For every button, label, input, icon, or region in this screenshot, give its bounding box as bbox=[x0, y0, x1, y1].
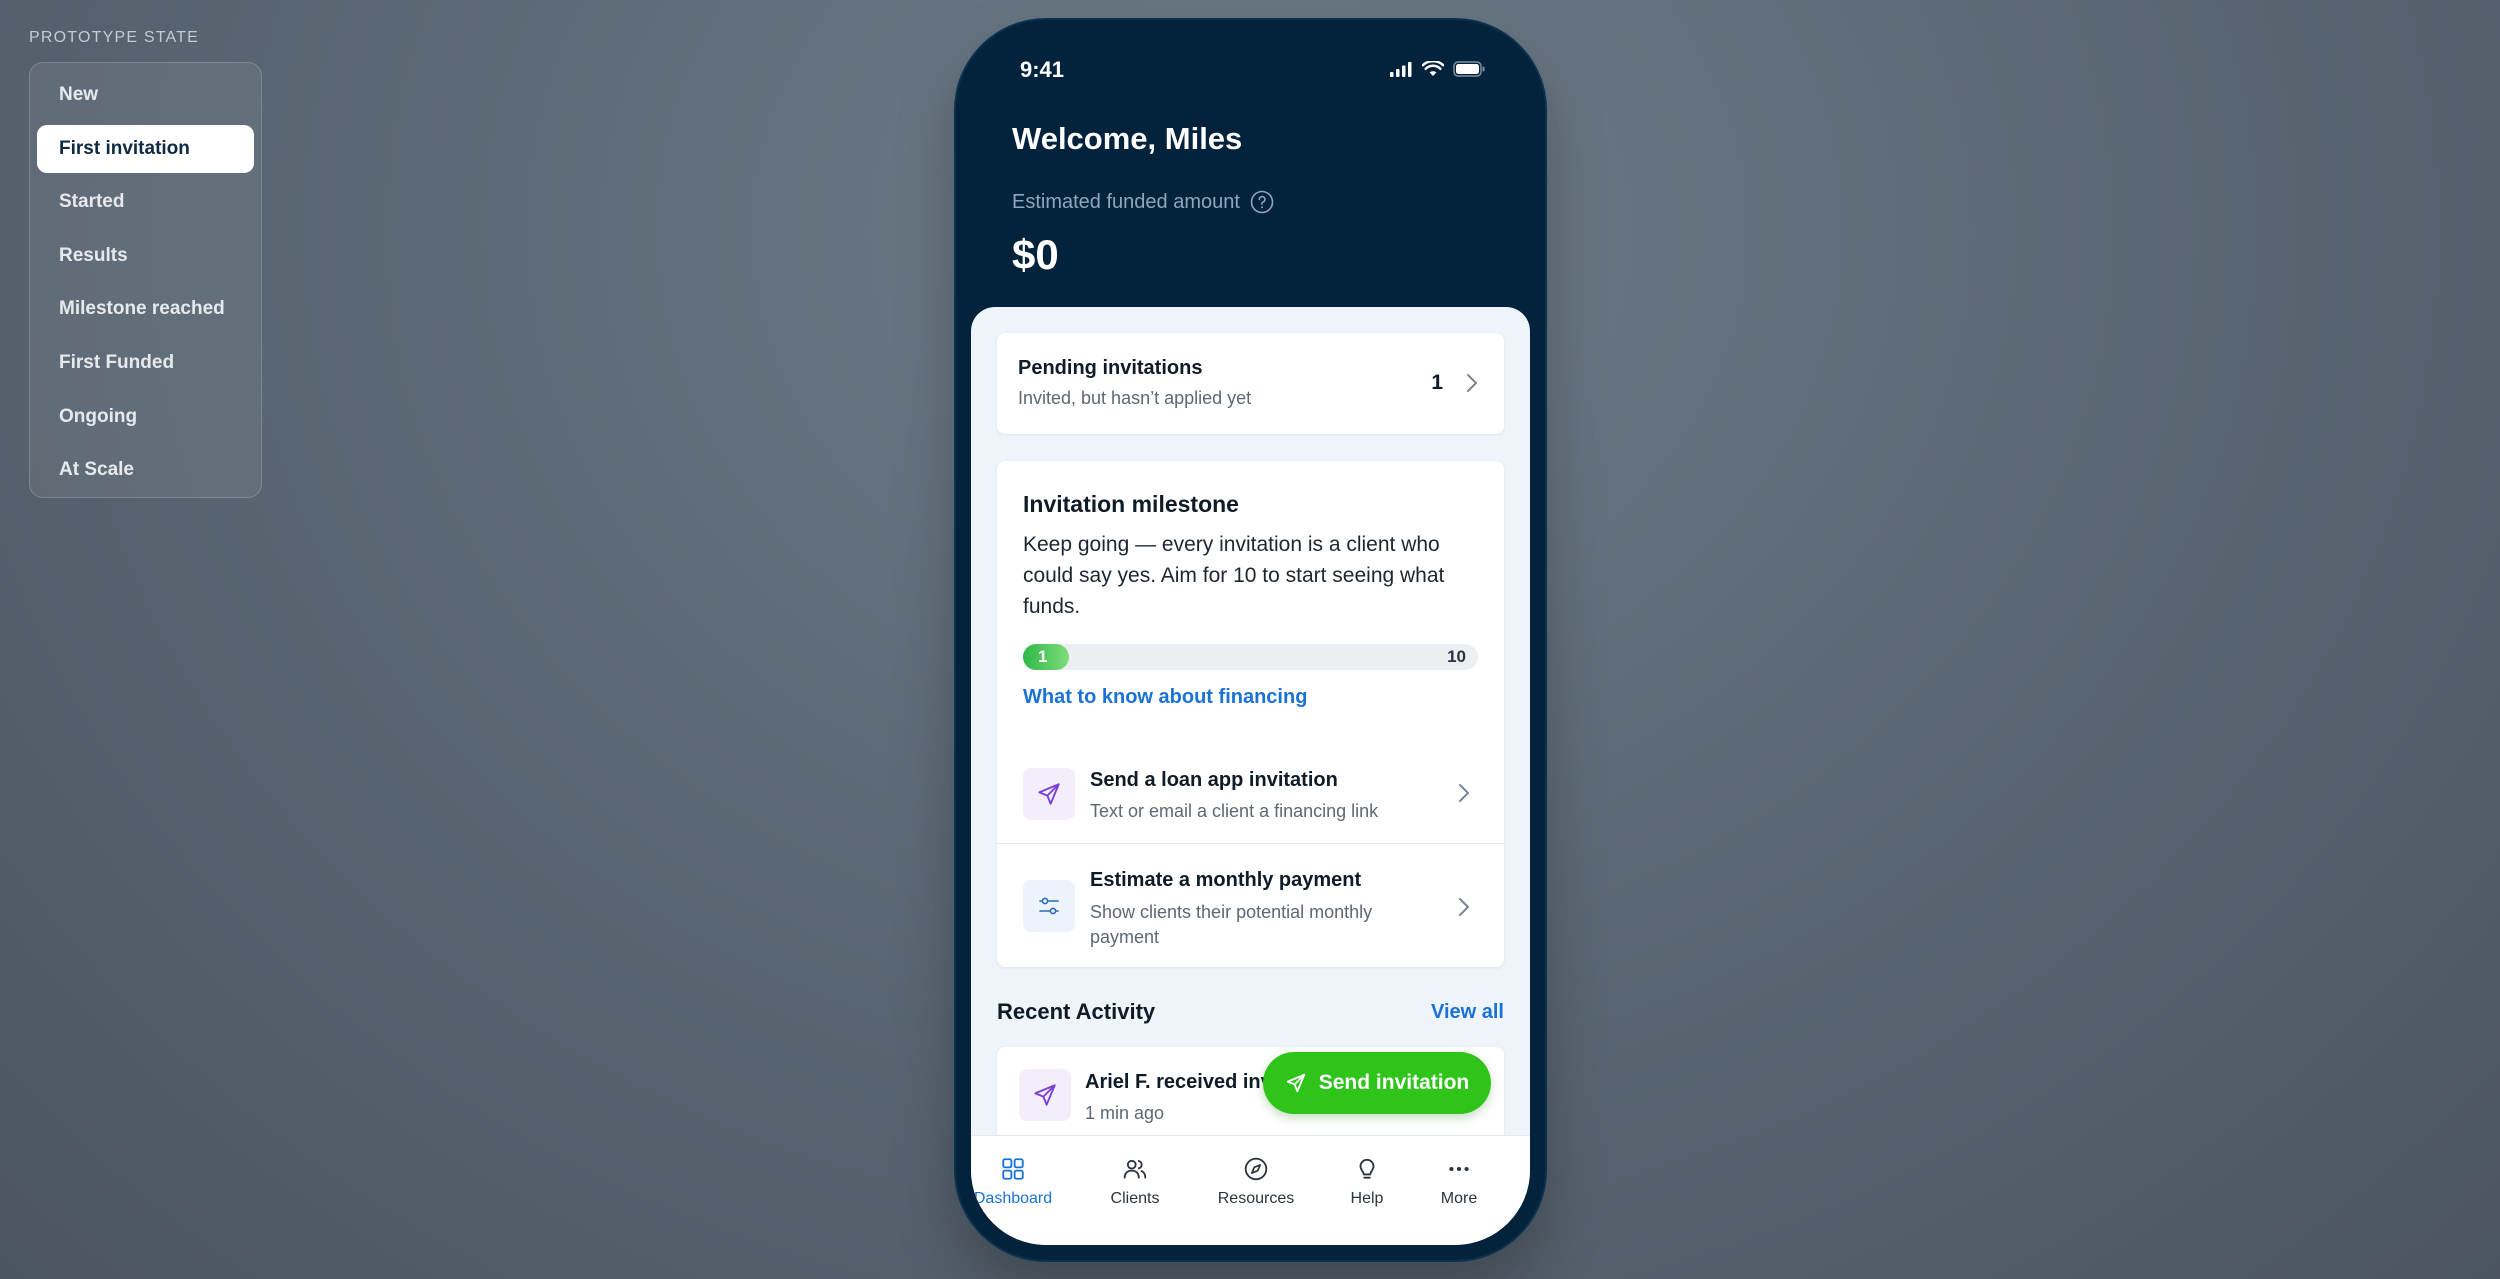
sliders-icon bbox=[1023, 880, 1075, 932]
signal-icon bbox=[1390, 62, 1412, 77]
prototype-state-panel: New First invitation Started Results Mil… bbox=[29, 62, 262, 498]
send-icon bbox=[1019, 1069, 1071, 1121]
funded-amount: $0 bbox=[1012, 231, 1059, 278]
content-sheet: Pending invitations Invited, but hasn’t … bbox=[971, 307, 1530, 1245]
milestone-card: Invitation milestone Keep going — every … bbox=[997, 461, 1504, 967]
phone-frame: 9:41 Welcome, Miles Estimated funded amo… bbox=[956, 20, 1545, 1260]
pending-invitations-card[interactable]: Pending invitations Invited, but hasn’t … bbox=[997, 333, 1504, 434]
nav-help[interactable]: Help bbox=[1317, 1152, 1417, 1208]
state-ongoing[interactable]: Ongoing bbox=[37, 393, 254, 441]
send-icon bbox=[1023, 768, 1075, 820]
state-milestone-reached[interactable]: Milestone reached bbox=[37, 285, 254, 333]
status-bar: 9:41 bbox=[971, 35, 1530, 105]
nav-dashboard[interactable]: Dashboard bbox=[971, 1152, 1063, 1208]
action-subtitle: Show clients their potential monthly pay… bbox=[1090, 902, 1373, 947]
wifi-icon bbox=[1422, 61, 1444, 76]
send-invitation-label: Send invitation bbox=[1318, 1071, 1470, 1094]
battery-icon bbox=[1453, 61, 1485, 77]
send-invitation-button[interactable]: Send invitation bbox=[1263, 1052, 1491, 1114]
help-circle-icon[interactable] bbox=[1250, 190, 1274, 214]
nav-more[interactable]: More bbox=[1409, 1152, 1509, 1208]
financing-info-link[interactable]: What to know about financing bbox=[1023, 686, 1307, 709]
state-results[interactable]: Results bbox=[37, 232, 254, 280]
progress-max: 10 bbox=[1447, 647, 1466, 666]
view-all-link[interactable]: View all bbox=[1431, 1001, 1504, 1024]
welcome-heading: Welcome, Miles bbox=[1012, 121, 1243, 156]
status-time: 9:41 bbox=[1020, 57, 1065, 82]
funded-label: Estimated funded amount bbox=[1012, 190, 1274, 214]
phone-screen: 9:41 Welcome, Miles Estimated funded amo… bbox=[971, 35, 1530, 1245]
milestone-text: Keep going — every invitation is a clien… bbox=[1023, 533, 1445, 618]
milestone-title: Invitation milestone bbox=[1023, 491, 1239, 517]
nav-label: More bbox=[1440, 1190, 1478, 1207]
prototype-state-label: PROTOTYPE STATE bbox=[29, 29, 200, 46]
more-icon bbox=[1449, 1166, 1469, 1172]
pending-title: Pending invitations bbox=[1018, 357, 1203, 379]
milestone-progress-bar: 1 10 bbox=[1023, 644, 1478, 670]
chevron-right-icon bbox=[1467, 374, 1477, 392]
state-started[interactable]: Started bbox=[37, 178, 254, 226]
estimate-payment-row[interactable]: Estimate a monthly payment Show clients … bbox=[997, 845, 1504, 967]
bottom-nav: Dashboard Clients Resources Help More bbox=[971, 1135, 1530, 1245]
compass-icon bbox=[1244, 1157, 1268, 1181]
recent-activity-title: Recent Activity bbox=[997, 999, 1156, 1024]
pending-subtitle: Invited, but hasn’t applied yet bbox=[1018, 388, 1252, 408]
state-new[interactable]: New bbox=[37, 71, 254, 119]
action-title: Send a loan app invitation bbox=[1090, 769, 1338, 791]
pending-count: 1 bbox=[1431, 371, 1443, 394]
activity-time: 1 min ago bbox=[1085, 1103, 1165, 1123]
chevron-right-icon bbox=[1459, 898, 1469, 916]
funded-label-text: Estimated funded amount bbox=[1012, 190, 1240, 213]
state-at-scale[interactable]: At Scale bbox=[37, 446, 254, 494]
action-subtitle: Text or email a client a financing link bbox=[1090, 801, 1379, 821]
nav-label: Dashboard bbox=[973, 1190, 1053, 1207]
nav-label: Clients bbox=[1110, 1190, 1160, 1207]
lightbulb-icon bbox=[1359, 1158, 1375, 1179]
state-first-invitation[interactable]: First invitation bbox=[37, 124, 254, 173]
action-title: Estimate a monthly payment bbox=[1090, 869, 1362, 891]
send-icon bbox=[1286, 1073, 1305, 1093]
send-loan-invitation-row[interactable]: Send a loan app invitation Text or email… bbox=[997, 741, 1504, 844]
nav-resources[interactable]: Resources bbox=[1206, 1152, 1306, 1208]
grid-icon bbox=[1002, 1158, 1024, 1180]
nav-label: Help bbox=[1350, 1190, 1384, 1207]
nav-label: Resources bbox=[1217, 1190, 1295, 1207]
chevron-right-icon bbox=[1459, 784, 1469, 802]
users-icon bbox=[1123, 1159, 1147, 1179]
state-first-funded[interactable]: First Funded bbox=[37, 339, 254, 387]
progress-current: 1 bbox=[1038, 647, 1048, 666]
status-icons bbox=[1389, 61, 1485, 77]
nav-clients[interactable]: Clients bbox=[1085, 1152, 1185, 1208]
